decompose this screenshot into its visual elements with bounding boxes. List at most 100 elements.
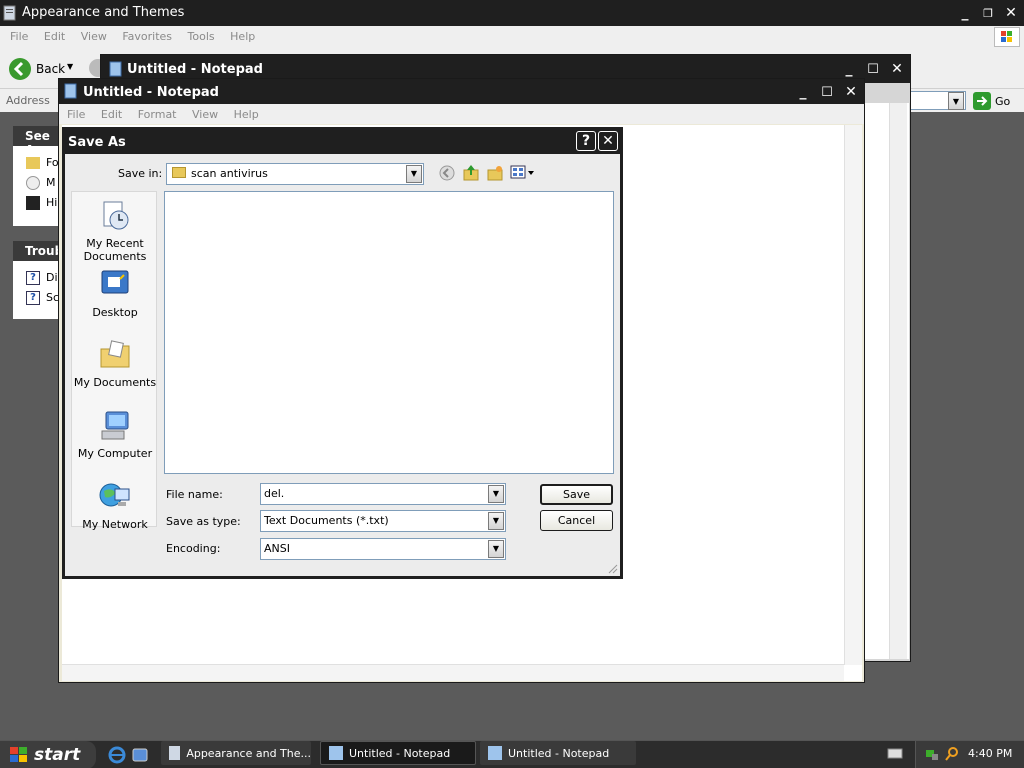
notepad-back-scrollbar[interactable] xyxy=(889,103,907,659)
places-my-computer-label: My Computer xyxy=(77,447,153,460)
save-in-label: Save in: xyxy=(118,167,163,180)
start-label: start xyxy=(34,745,81,765)
troubleshooter-item-2[interactable]: ? Sc xyxy=(26,291,59,305)
show-desktop-icon[interactable] xyxy=(131,746,149,764)
new-folder-icon[interactable] xyxy=(486,164,504,182)
notepad-menu-view[interactable]: View xyxy=(192,108,218,121)
save-in-dropdown-icon[interactable]: ▼ xyxy=(406,165,422,183)
file-name-label: File name: xyxy=(166,488,223,501)
notepad-front-horizontal-scrollbar[interactable] xyxy=(62,664,844,681)
cancel-button[interactable]: Cancel xyxy=(540,510,613,531)
notepad-front-window-icon xyxy=(64,83,77,99)
notepad-back-close-button[interactable]: ✕ xyxy=(887,59,907,79)
notepad-menu-help[interactable]: Help xyxy=(234,108,259,121)
notepad-front-maximize-button[interactable]: ☐ xyxy=(817,82,837,102)
file-name-value: del. xyxy=(264,487,285,500)
address-dropdown-icon[interactable]: ▼ xyxy=(948,92,964,110)
save-as-type-select[interactable]: Text Documents (*.txt) ▼ xyxy=(260,510,506,532)
go-button-label[interactable]: Go xyxy=(995,95,1010,108)
views-menu-icon[interactable] xyxy=(510,165,536,181)
places-my-computer[interactable]: My Computer xyxy=(72,410,158,460)
notepad-menu-edit[interactable]: Edit xyxy=(101,108,122,121)
explorer-restore-button[interactable]: ❐ xyxy=(978,3,998,23)
see-also-item-3[interactable]: Hi xyxy=(26,196,57,210)
notepad-front-minimize-button[interactable]: _ xyxy=(793,82,813,102)
taskbar-task-notepad-active[interactable]: Untitled - Notepad xyxy=(320,741,476,765)
taskbar-task-notepad-active-label: Untitled - Notepad xyxy=(349,746,451,760)
address-field-end[interactable]: ▼ xyxy=(910,91,966,110)
back-button-label[interactable]: Back xyxy=(36,62,65,76)
explorer-menu-view[interactable]: View xyxy=(81,30,107,43)
taskbar-task-notepad-label: Untitled - Notepad xyxy=(508,746,610,760)
explorer-titlebar[interactable]: Appearance and Themes _ ❐ ✕ xyxy=(0,0,1024,26)
encoding-value: ANSI xyxy=(264,542,290,555)
folder-icon xyxy=(26,157,40,169)
notepad-front-menubar: File Edit Format View Help xyxy=(59,104,864,124)
windows-logo-icon xyxy=(994,27,1020,47)
explorer-menu-tools[interactable]: Tools xyxy=(188,30,215,43)
search-tray-icon[interactable] xyxy=(944,746,960,762)
explorer-menu-favorites[interactable]: Favorites xyxy=(122,30,172,43)
see-also-item-2[interactable]: M xyxy=(26,176,56,190)
notepad-menu-format[interactable]: Format xyxy=(138,108,177,121)
keyboard-icon[interactable] xyxy=(887,747,903,759)
go-arrow-icon[interactable] xyxy=(973,92,991,110)
notepad-back-minimize-button[interactable]: _ xyxy=(839,59,859,79)
explorer-window-icon xyxy=(3,5,16,21)
save-as-type-dropdown-icon[interactable]: ▼ xyxy=(488,512,504,530)
troubleshooter-item-1[interactable]: ? Di xyxy=(26,271,58,285)
recent-documents-icon xyxy=(103,201,129,230)
explorer-menu-help[interactable]: Help xyxy=(230,30,255,43)
notepad-menu-file[interactable]: File xyxy=(67,108,85,121)
see-also-item-1[interactable]: Fo xyxy=(26,156,59,169)
notepad-front-titlebar[interactable]: Untitled - Notepad _ ☐ ✕ xyxy=(59,79,864,104)
taskbar-task-notepad[interactable]: Untitled - Notepad xyxy=(480,741,636,765)
notepad-back-maximize-button[interactable]: ☐ xyxy=(863,59,883,79)
network-tray-icon[interactable] xyxy=(924,746,940,762)
back-arrow-icon[interactable] xyxy=(8,57,32,81)
explorer-minimize-button[interactable]: _ xyxy=(955,3,975,23)
encoding-dropdown-icon[interactable]: ▼ xyxy=(488,540,504,558)
explorer-close-button[interactable]: ✕ xyxy=(1001,3,1021,23)
file-name-input[interactable]: del. ▼ xyxy=(260,483,506,505)
save-as-type-value: Text Documents (*.txt) xyxy=(264,514,389,527)
save-as-close-button[interactable]: ✕ xyxy=(598,131,618,151)
taskbar-task-explorer[interactable]: Appearance and The... xyxy=(161,741,311,765)
explorer-menubar: File Edit View Favorites Tools Help xyxy=(0,26,1024,48)
file-name-dropdown-icon[interactable]: ▼ xyxy=(488,485,504,503)
save-button[interactable]: Save xyxy=(540,484,613,505)
internet-explorer-icon[interactable] xyxy=(108,746,126,764)
save-as-titlebar[interactable]: Save As ? ✕ xyxy=(62,127,623,154)
save-as-help-button[interactable]: ? xyxy=(576,131,596,151)
save-as-title: Save As xyxy=(68,135,126,150)
desktop-icon xyxy=(101,270,129,294)
notepad-front-vertical-scrollbar[interactable] xyxy=(844,125,862,665)
places-my-documents[interactable]: My Documents xyxy=(72,339,158,389)
start-button[interactable]: start xyxy=(0,741,96,768)
explorer-menu-file[interactable]: File xyxy=(10,30,28,43)
places-desktop[interactable]: Desktop xyxy=(72,269,158,319)
encoding-select[interactable]: ANSI ▼ xyxy=(260,538,506,560)
places-recent-documents[interactable]: My Recent Documents xyxy=(72,200,158,263)
explorer-menu-edit[interactable]: Edit xyxy=(44,30,65,43)
encoding-label: Encoding: xyxy=(166,542,221,555)
save-in-combo[interactable]: scan antivirus ▼ xyxy=(166,163,424,185)
help-question-icon: ? xyxy=(26,271,40,285)
address-label: Address xyxy=(6,94,50,107)
notepad-back-title: Untitled - Notepad xyxy=(127,62,263,77)
resize-grip-icon[interactable] xyxy=(606,562,618,574)
up-one-level-icon[interactable] xyxy=(462,164,480,182)
see-also-header[interactable]: See A xyxy=(13,126,63,157)
places-bar: My Recent Documents Desktop My Documents… xyxy=(71,191,158,531)
back-dropdown-icon[interactable]: ▼ xyxy=(67,62,73,71)
clock: 4:40 PM xyxy=(968,747,1013,760)
places-my-network[interactable]: My Network xyxy=(72,481,158,531)
notepad-front-close-button[interactable]: ✕ xyxy=(841,82,861,102)
notepad-front-title: Untitled - Notepad xyxy=(83,85,219,100)
notepad-task-icon xyxy=(329,746,343,760)
file-list-view[interactable] xyxy=(164,191,614,474)
troubleshooters-header[interactable]: Troub xyxy=(13,241,63,261)
back-nav-icon[interactable] xyxy=(439,165,455,181)
places-desktop-label: Desktop xyxy=(92,306,138,319)
see-also-pane: See A Fo M Hi xyxy=(13,126,63,226)
